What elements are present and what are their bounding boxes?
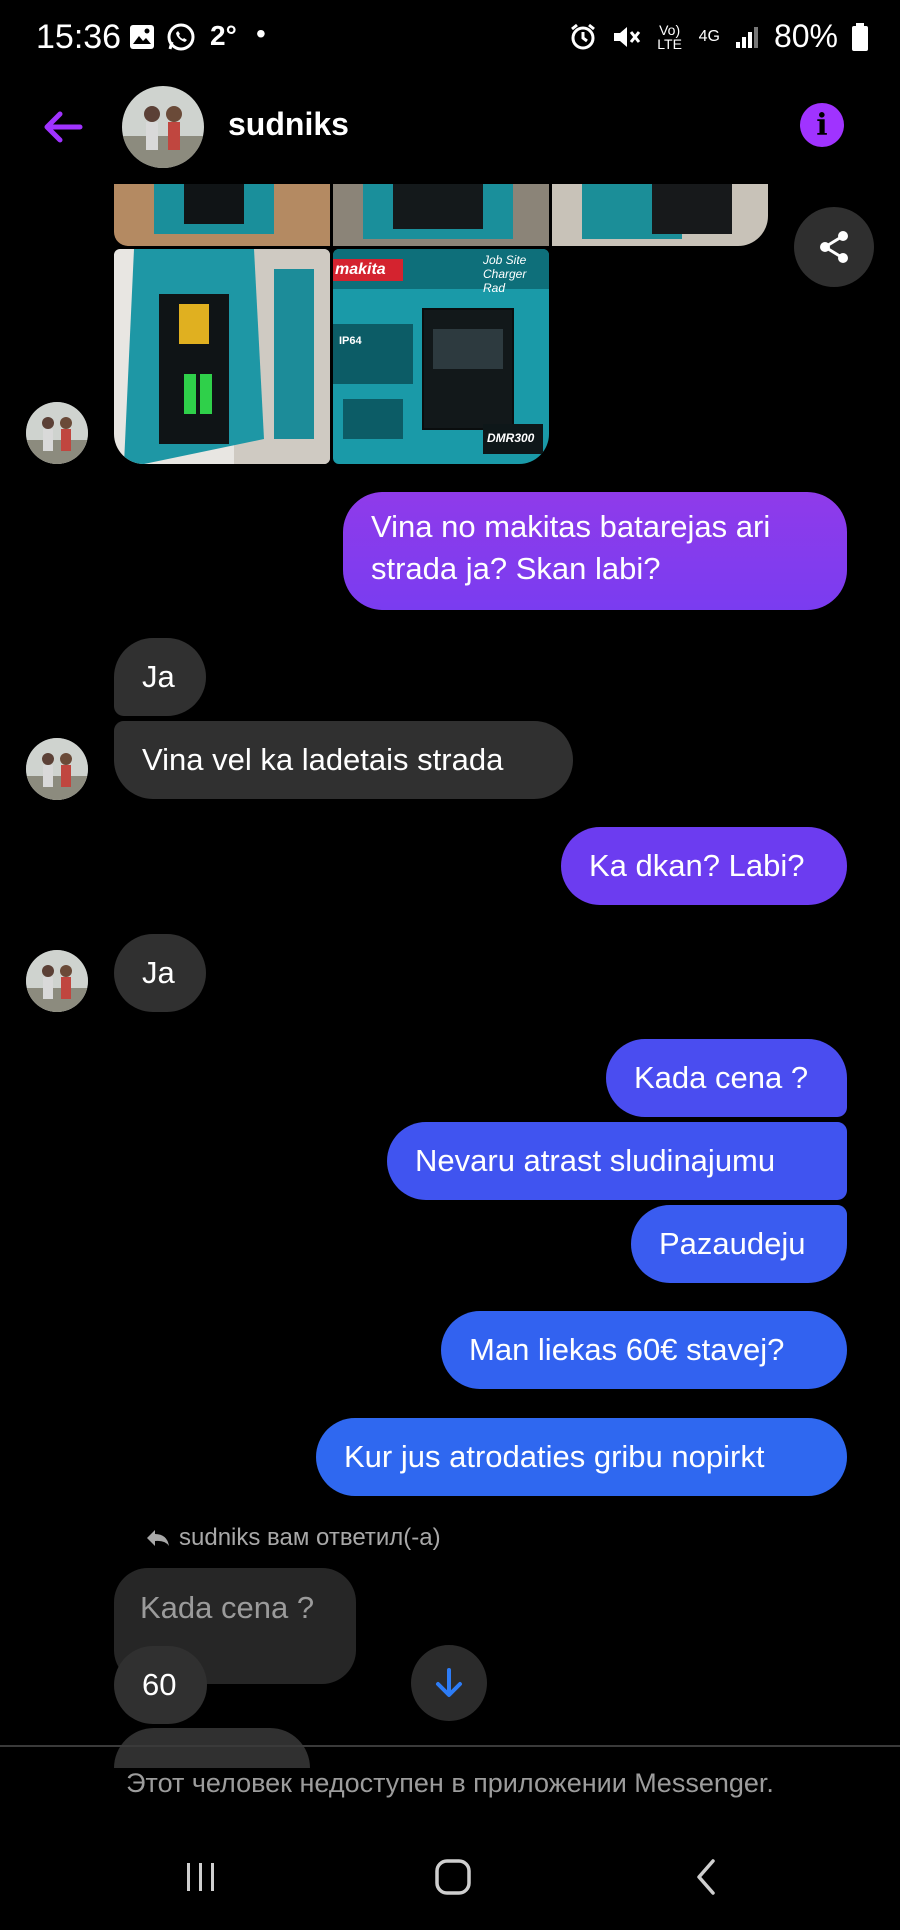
info-button[interactable]: i (800, 103, 844, 147)
share-icon (820, 231, 848, 263)
avatar-photo (122, 86, 204, 168)
status-bar: 15:36 2° • Vo) LTE 4G 80% (0, 0, 900, 80)
battery-icon (852, 22, 868, 51)
alarm-icon (570, 23, 595, 49)
status-left-icons (128, 22, 196, 52)
sender-avatar[interactable] (26, 402, 88, 464)
box-title-text: Job Site Charger Rad (483, 253, 527, 295)
footer-divider (0, 1745, 900, 1747)
message-bubble-outgoing[interactable]: Kur jus atrodaties gribu nopirkt (316, 1418, 847, 1496)
message-text: Vina no makitas batarejas ari strada ja?… (371, 509, 771, 586)
reply-icon (147, 1530, 169, 1546)
message-bubble-outgoing[interactable]: Nevaru atrast sludinajumu (387, 1122, 847, 1200)
battery-percent: 80% (773, 18, 838, 54)
signal-icon (735, 26, 758, 48)
avatar-photo (26, 950, 88, 1012)
network-indicator: 4G (698, 27, 720, 45)
status-temperature: 2° (210, 20, 237, 51)
message-text: Ka dkan? Labi? (589, 848, 805, 883)
message-text: Kada cena ? (634, 1060, 809, 1095)
quoted-text: Kada cena ? (140, 1590, 315, 1625)
message-text: Ja (142, 659, 175, 694)
home-button[interactable] (423, 1852, 483, 1902)
message-text: Man liekas 60€ stavej? (469, 1332, 785, 1367)
chat-header: sudniks i (0, 80, 900, 180)
avatar-photo (26, 402, 88, 464)
sender-avatar[interactable] (26, 738, 88, 800)
message-bubble-outgoing[interactable]: Ka dkan? Labi? (561, 827, 847, 905)
recent-apps-button[interactable] (171, 1852, 231, 1902)
status-right-icons: Vo) LTE 4G 80% (569, 18, 868, 55)
message-text: Pazaudeju (659, 1226, 806, 1261)
contact-avatar[interactable] (122, 86, 204, 168)
message-bubble-outgoing[interactable]: Kada cena ? (606, 1039, 847, 1117)
box-brand-text: makita (335, 261, 386, 278)
photo-2[interactable] (333, 184, 549, 246)
status-time: 15:36 (36, 18, 122, 56)
arrow-left-icon (44, 111, 83, 143)
message-bubble-outgoing[interactable]: Man liekas 60€ stavej? (441, 1311, 847, 1389)
contact-name[interactable]: sudniks (228, 106, 349, 143)
chevron-left-icon (697, 1859, 715, 1895)
photo-1[interactable] (114, 184, 330, 246)
avatar-photo (26, 738, 88, 800)
back-button[interactable] (38, 102, 88, 152)
message-bubble-outgoing[interactable]: Vina no makitas batarejas ari strada ja?… (343, 492, 847, 610)
recents-icon (187, 1863, 214, 1891)
back-nav-button[interactable] (676, 1852, 736, 1902)
home-icon (435, 1859, 471, 1895)
unavailable-notice: Этот человек недоступен в приложении Mes… (126, 1768, 774, 1798)
reply-label-text: sudniks вам ответил(-а) (179, 1524, 441, 1551)
system-nav-bar (0, 1830, 900, 1930)
sender-avatar[interactable] (26, 950, 88, 1012)
share-button[interactable] (794, 207, 874, 287)
box-rating-text: IP64 (339, 335, 362, 347)
reply-indicator: sudniks вам ответил(-а) (145, 1524, 441, 1552)
message-bubble-incoming[interactable]: Vina vel ka ladetais strada (114, 721, 573, 799)
mute-icon (613, 26, 640, 47)
arrow-down-icon (436, 1668, 462, 1697)
message-text: Vina vel ka ladetais strada (142, 742, 504, 777)
scroll-to-bottom-button[interactable] (411, 1645, 487, 1721)
message-bubble-incoming[interactable]: Ja (114, 638, 206, 716)
message-bubble-incoming-partial (114, 1728, 310, 1768)
status-dot: • (256, 18, 266, 49)
volte-indicator: Vo) LTE (657, 21, 682, 52)
photo-3[interactable] (552, 184, 768, 246)
box-model-text: DMR300 (487, 431, 535, 445)
photo-4[interactable] (114, 249, 330, 464)
message-bubble-incoming[interactable]: Ja (114, 934, 206, 1012)
photo-5-product-box[interactable]: makita Job Site Charger Rad IP64 DMR300 (333, 249, 549, 464)
whatsapp-icon (167, 23, 195, 51)
message-bubble-incoming[interactable]: 60 (114, 1646, 207, 1724)
message-bubble-outgoing[interactable]: Pazaudeju (631, 1205, 847, 1283)
gallery-icon (130, 25, 154, 49)
message-text: Nevaru atrast sludinajumu (415, 1143, 776, 1178)
info-icon: i (816, 107, 828, 143)
message-text: Ja (142, 955, 175, 990)
message-text: Kur jus atrodaties gribu nopirkt (344, 1439, 765, 1474)
message-text: 60 (142, 1667, 177, 1702)
